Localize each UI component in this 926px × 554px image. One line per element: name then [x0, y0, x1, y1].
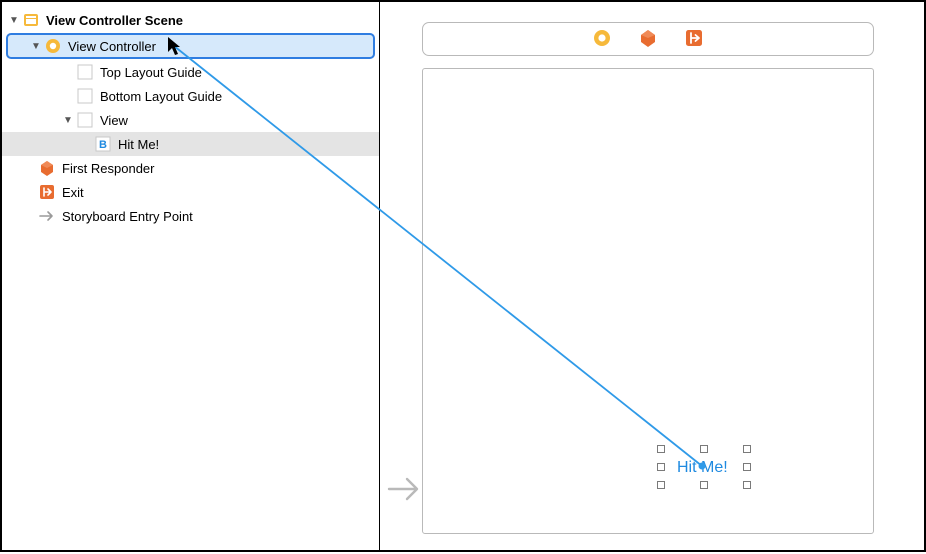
resize-handle[interactable] [657, 481, 665, 489]
layout-guide-icon [76, 63, 94, 81]
resize-handle[interactable] [743, 481, 751, 489]
resize-handle[interactable] [743, 463, 751, 471]
view-controller-label: View Controller [68, 39, 156, 54]
view-controller-row[interactable]: ▼ View Controller [6, 33, 375, 59]
view-icon [76, 111, 94, 129]
resize-handle[interactable] [657, 445, 665, 453]
resize-handle[interactable] [700, 481, 708, 489]
button-row[interactable]: B Hit Me! [2, 132, 379, 156]
first-responder-dock-icon[interactable] [638, 28, 658, 51]
disclosure-icon[interactable]: ▼ [8, 15, 20, 26]
exit-row[interactable]: Exit [2, 180, 379, 204]
button-label: Hit Me! [118, 137, 159, 152]
view-label: View [100, 113, 128, 128]
bottom-layout-guide-row[interactable]: Bottom Layout Guide [2, 84, 379, 108]
layout-guide-icon [76, 87, 94, 105]
top-layout-guide-row[interactable]: Top Layout Guide [2, 60, 379, 84]
svg-text:B: B [99, 139, 107, 151]
first-responder-label: First Responder [62, 161, 154, 176]
entry-point-label: Storyboard Entry Point [62, 209, 193, 224]
exit-dock-icon[interactable] [684, 28, 704, 51]
scene-label: View Controller Scene [46, 13, 183, 28]
arrow-right-icon [38, 207, 56, 225]
view-controller-icon [44, 37, 62, 55]
first-responder-icon [38, 159, 56, 177]
resize-handle[interactable] [657, 463, 665, 471]
bottom-layout-guide-label: Bottom Layout Guide [100, 89, 222, 104]
exit-label: Exit [62, 185, 84, 200]
interface-builder-canvas[interactable]: Hit Me! [380, 2, 924, 550]
resize-handle[interactable] [743, 445, 751, 453]
view-row[interactable]: ▼ View [2, 108, 379, 132]
exit-icon [38, 183, 56, 201]
resize-handle[interactable] [700, 445, 708, 453]
canvas-button[interactable]: Hit Me! [671, 457, 734, 479]
view-controller-dock-icon[interactable] [592, 28, 612, 51]
disclosure-icon[interactable]: ▼ [30, 41, 42, 52]
entry-point-row[interactable]: Storyboard Entry Point [2, 204, 379, 228]
scene-dock[interactable] [422, 22, 874, 56]
top-layout-guide-label: Top Layout Guide [100, 65, 202, 80]
first-responder-row[interactable]: First Responder [2, 156, 379, 180]
disclosure-icon[interactable]: ▼ [62, 115, 74, 126]
view-frame[interactable]: Hit Me! [422, 68, 874, 534]
scene-row[interactable]: ▼ View Controller Scene [2, 8, 379, 32]
scene-icon [22, 11, 40, 29]
button-icon: B [94, 135, 112, 153]
document-outline[interactable]: ▼ View Controller Scene ▼ View Controlle… [2, 2, 380, 550]
entry-point-arrow-icon[interactable] [387, 475, 421, 506]
